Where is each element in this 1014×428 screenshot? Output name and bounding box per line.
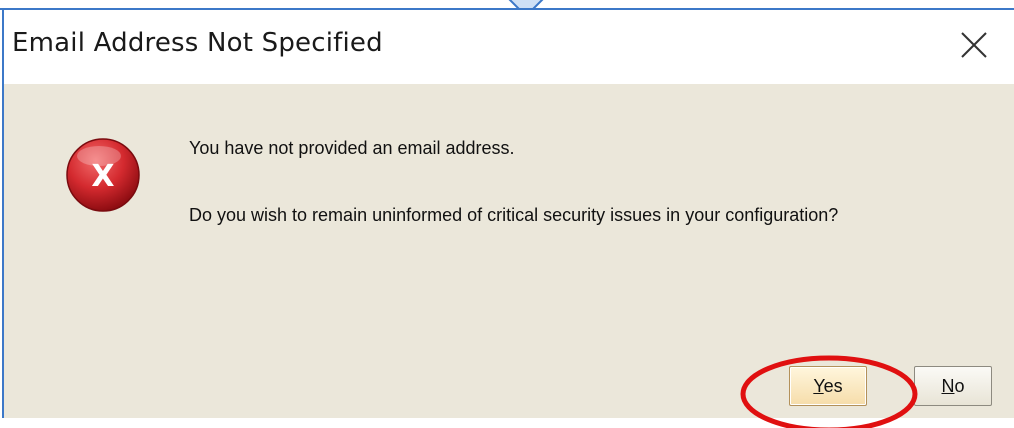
dialog-window: Email Address Not Specified X You have n… xyxy=(0,0,1014,428)
error-icon-letter: X xyxy=(91,159,114,194)
yes-mnemonic: Y xyxy=(813,376,824,396)
message-line-1: You have not provided an email address. xyxy=(189,138,515,158)
dialog-title: Email Address Not Specified xyxy=(12,28,383,58)
close-icon xyxy=(961,32,987,58)
close-button[interactable] xyxy=(954,25,994,65)
yes-button[interactable]: Yes xyxy=(789,366,867,406)
no-label-rest: o xyxy=(954,376,965,396)
error-x-icon: X xyxy=(66,138,140,212)
message-line-2: Do you wish to remain uninformed of crit… xyxy=(189,205,839,225)
no-button[interactable]: No xyxy=(914,366,992,406)
title-bar: Email Address Not Specified xyxy=(4,10,1014,84)
dialog-body: X You have not provided an email address… xyxy=(4,84,1014,418)
no-mnemonic: N xyxy=(941,376,955,396)
yes-label-rest: es xyxy=(823,376,843,396)
